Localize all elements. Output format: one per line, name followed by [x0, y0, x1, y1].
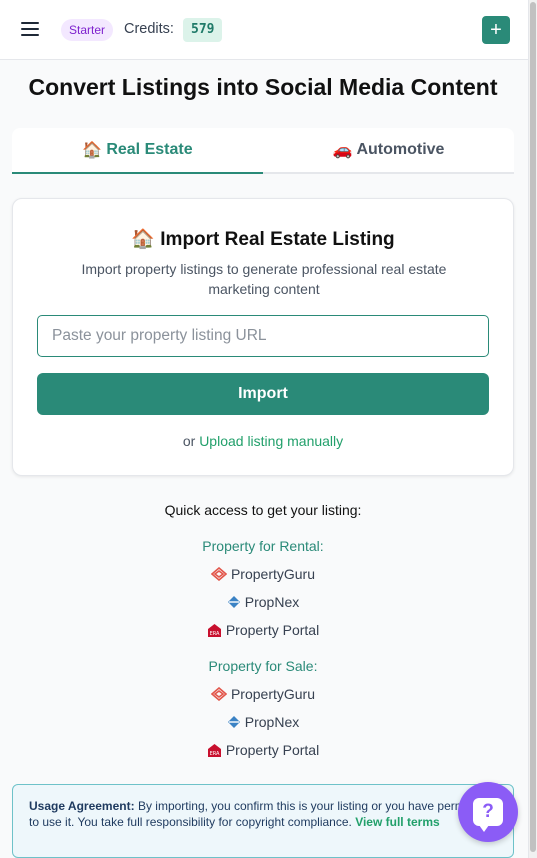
era-logo-icon: ERA	[207, 623, 221, 637]
tab-real-estate[interactable]: 🏠 Real Estate	[12, 128, 263, 174]
propertyguru-logo-icon	[210, 687, 227, 701]
site-name: PropNex	[244, 594, 300, 610]
sale-propnex-link[interactable]: PropNex	[0, 714, 526, 730]
plan-badge: Starter	[61, 19, 114, 41]
site-name: PropertyGuru	[230, 686, 316, 702]
rental-property-portal-link[interactable]: ERA Property Portal	[0, 622, 526, 638]
house-icon: 🏠	[131, 229, 155, 250]
upload-manually-link[interactable]: Upload listing manually	[199, 433, 343, 449]
logo-text: ERA	[209, 631, 219, 637]
help-button[interactable]: ?	[458, 782, 518, 842]
category-tabs: 🏠 Real Estate 🚗 Automotive	[12, 128, 514, 174]
import-card-title: 🏠 Import Real Estate Listing	[13, 227, 513, 251]
plus-icon: +	[490, 19, 502, 41]
sale-propertyguru-link[interactable]: PropertyGuru	[0, 686, 526, 702]
propnex-logo-icon	[227, 596, 240, 608]
logo-text: ERA	[209, 751, 219, 757]
import-button[interactable]: Import	[37, 373, 489, 415]
agreement-heading: Usage Agreement:	[29, 799, 135, 813]
sale-property-portal-link[interactable]: ERA Property Portal	[0, 742, 526, 758]
alt-prefix: or	[182, 433, 196, 449]
top-bar: Starter Credits: 579 +	[0, 0, 528, 60]
scrollbar-thumb[interactable]	[530, 2, 536, 852]
add-button[interactable]: +	[482, 16, 510, 44]
import-title-text: Import Real Estate Listing	[160, 229, 395, 250]
site-name: PropertyGuru	[230, 566, 316, 582]
site-name: Property Portal	[225, 742, 320, 758]
tab-label: Automotive	[356, 141, 445, 158]
propertyguru-logo-icon	[210, 567, 227, 581]
rental-propnex-link[interactable]: PropNex	[0, 594, 526, 610]
tab-label: Real Estate	[106, 141, 193, 158]
tab-automotive[interactable]: 🚗 Automotive	[263, 128, 514, 172]
usage-agreement: Usage Agreement: By importing, you confi…	[12, 784, 514, 858]
credits-label: Credits:	[124, 21, 174, 37]
quick-access-title: Quick access to get your listing:	[164, 502, 362, 518]
page-title: Convert Listings into Social Media Conte…	[28, 74, 498, 100]
site-name: Property Portal	[225, 622, 320, 638]
view-terms-link[interactable]: View full terms	[355, 815, 439, 829]
sale-group-label: Property for Sale:	[208, 658, 318, 674]
propnex-logo-icon	[227, 716, 240, 728]
era-logo-icon: ERA	[207, 743, 221, 757]
import-card: 🏠 Import Real Estate Listing Import prop…	[12, 198, 514, 476]
site-name: PropNex	[244, 714, 300, 730]
import-description: Import property listings to generate pro…	[81, 261, 447, 297]
credits-value: 579	[183, 18, 223, 42]
listing-url-input[interactable]	[37, 315, 489, 357]
help-chat-icon: ?	[473, 798, 503, 832]
house-icon: 🏠	[82, 142, 103, 159]
question-mark: ?	[482, 801, 494, 822]
rental-group-label: Property for Rental:	[202, 538, 324, 554]
rental-propertyguru-link[interactable]: PropertyGuru	[0, 566, 526, 582]
car-icon: 🚗	[332, 142, 353, 159]
hamburger-menu-icon[interactable]	[21, 22, 39, 36]
page-scrollbar[interactable]	[528, 0, 537, 858]
upload-alternative: or Upload listing manually	[13, 433, 513, 449]
